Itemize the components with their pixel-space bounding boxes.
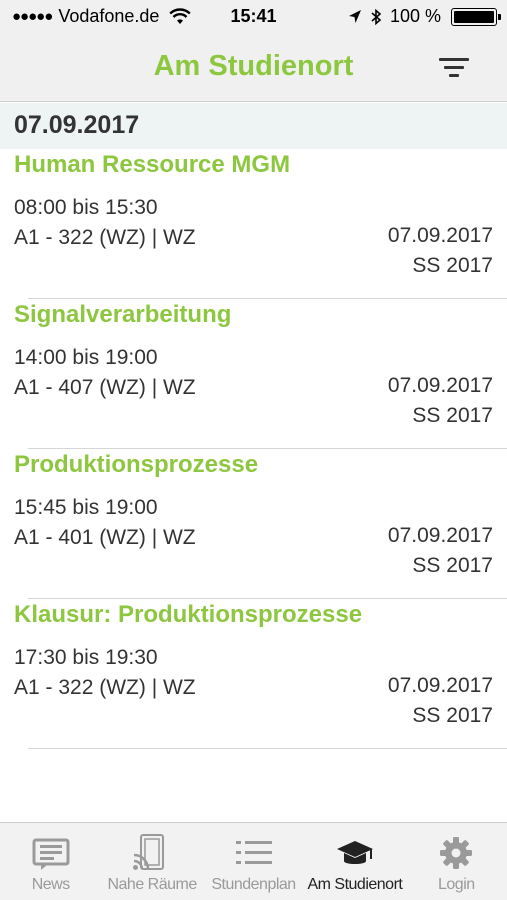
schedule-list-icon [235, 841, 272, 864]
event-semester: SS 2017 [412, 254, 493, 277]
divider [28, 748, 507, 749]
event-room: A1 - 322 (WZ) | WZ [14, 676, 196, 699]
list-item[interactable]: Produktionsprozesse 15:45 bis 19:00 A1 -… [0, 449, 507, 599]
battery-percentage: 100 % [389, 6, 441, 26]
event-room: A1 - 407 (WZ) | WZ [14, 376, 196, 399]
news-icon [32, 838, 70, 870]
status-right: 100 % [348, 6, 501, 27]
graduation-cap-icon [336, 841, 373, 864]
tab-label: Am Studienort [307, 876, 403, 893]
tab-login[interactable]: Login [406, 823, 507, 900]
battery-icon [451, 7, 501, 26]
event-semester: SS 2017 [412, 704, 493, 727]
event-time: 17:30 bis 19:30 [14, 646, 158, 669]
event-time: 15:45 bis 19:00 [14, 496, 158, 519]
tab-schedule[interactable]: Stundenplan [203, 823, 304, 900]
page-title: Am Studienort [153, 50, 354, 82]
event-title: Klausur: Produktionsprozesse [14, 601, 363, 628]
status-bar: ●●●●● Vodafone.de 15:41 100 % [0, 0, 507, 36]
list-item[interactable]: Human Ressource MGM 08:00 bis 15:30 A1 -… [0, 149, 507, 299]
event-list: Human Ressource MGM 08:00 bis 15:30 A1 -… [0, 149, 507, 749]
tab-label: Login [438, 876, 475, 893]
filter-button[interactable] [439, 56, 469, 80]
tab-label: News [31, 876, 71, 893]
event-semester: SS 2017 [412, 404, 493, 427]
event-title: Produktionsprozesse [14, 451, 259, 478]
location-arrow-icon [348, 9, 361, 23]
list-item[interactable]: Klausur: Produktionsprozesse 17:30 bis 1… [0, 599, 507, 749]
event-title: Signalverarbeitung [14, 301, 232, 328]
event-date: 07.09.2017 [387, 524, 493, 547]
section-date: 07.09.2017 [14, 111, 140, 139]
bluetooth-icon [371, 8, 382, 25]
date-section-header: 07.09.2017 [0, 103, 507, 149]
event-title: Human Ressource MGM [14, 151, 291, 178]
navigation-bar: Am Studienort [0, 36, 507, 102]
tab-am-studienort[interactable]: Am Studienort [304, 823, 405, 900]
event-date: 07.09.2017 [387, 374, 493, 397]
filter-icon [439, 58, 469, 61]
gear-icon [440, 837, 473, 869]
filter-icon-line-bottom [449, 74, 459, 77]
tab-nearby-rooms[interactable]: Nahe Räume [101, 823, 202, 900]
event-room: A1 - 401 (WZ) | WZ [14, 526, 196, 549]
event-date: 07.09.2017 [387, 224, 493, 247]
tab-news[interactable]: News [0, 823, 101, 900]
event-semester: SS 2017 [412, 554, 493, 577]
tab-label: Nahe Räume [107, 876, 197, 893]
nearby-rooms-icon [133, 834, 165, 870]
filter-icon-line-middle [444, 66, 464, 69]
list-item[interactable]: Signalverarbeitung 14:00 bis 19:00 A1 - … [0, 299, 507, 449]
event-date: 07.09.2017 [387, 674, 493, 697]
event-room: A1 - 322 (WZ) | WZ [14, 226, 196, 249]
tab-label: Stundenplan [211, 876, 296, 893]
tab-bar: News Nahe Räume Stundenplan Am Studienor… [0, 822, 507, 900]
event-time: 08:00 bis 15:30 [14, 196, 158, 219]
event-time: 14:00 bis 19:00 [14, 346, 158, 369]
